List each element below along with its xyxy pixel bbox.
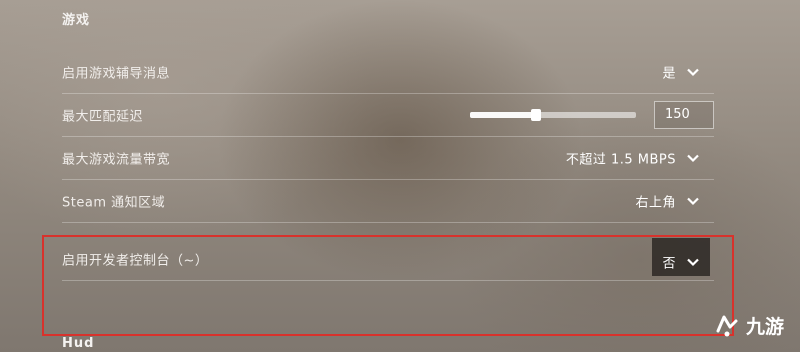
dropdown-value: 是 [662, 66, 676, 82]
chevron-down-icon [687, 68, 699, 76]
steam-notification-dropdown[interactable]: 右上角 [635, 192, 700, 211]
jiuyou-logo-icon [716, 315, 738, 336]
setting-row-max-ping: 最大匹配延迟 150 [62, 94, 714, 137]
dropdown-value: 右上角 [635, 195, 676, 211]
setting-label: 启用游戏辅导消息 [62, 66, 171, 82]
section-title-hud: Hud [62, 336, 95, 351]
slider-thumb[interactable] [531, 109, 542, 121]
setting-row-max-bandwidth: 最大游戏流量带宽 不超过 1.5 MBPS [62, 137, 714, 180]
chevron-down-icon [687, 154, 699, 162]
max-ping-slider[interactable] [470, 109, 636, 121]
dropdown-value: 不超过 1.5 MBPS [565, 152, 676, 168]
max-ping-input[interactable]: 150 [654, 101, 714, 129]
section-title-game: 游戏 [62, 13, 91, 28]
setting-label: 最大游戏流量带宽 [62, 152, 171, 168]
watermark-text: 九游 [746, 316, 785, 338]
slider-fill [470, 112, 537, 118]
setting-label: Steam 通知区域 [62, 195, 166, 211]
chevron-down-icon [687, 197, 699, 205]
tutorial-messages-dropdown[interactable]: 是 [662, 63, 700, 82]
highlight-box [42, 235, 734, 336]
setting-label: 最大匹配延迟 [62, 109, 144, 125]
watermark: 九游 [714, 312, 784, 339]
max-bandwidth-dropdown[interactable]: 不超过 1.5 MBPS [566, 149, 700, 168]
setting-row-tutorial-messages: 启用游戏辅导消息 是 [62, 51, 714, 94]
setting-row-steam-notification: Steam 通知区域 右上角 [62, 180, 714, 223]
